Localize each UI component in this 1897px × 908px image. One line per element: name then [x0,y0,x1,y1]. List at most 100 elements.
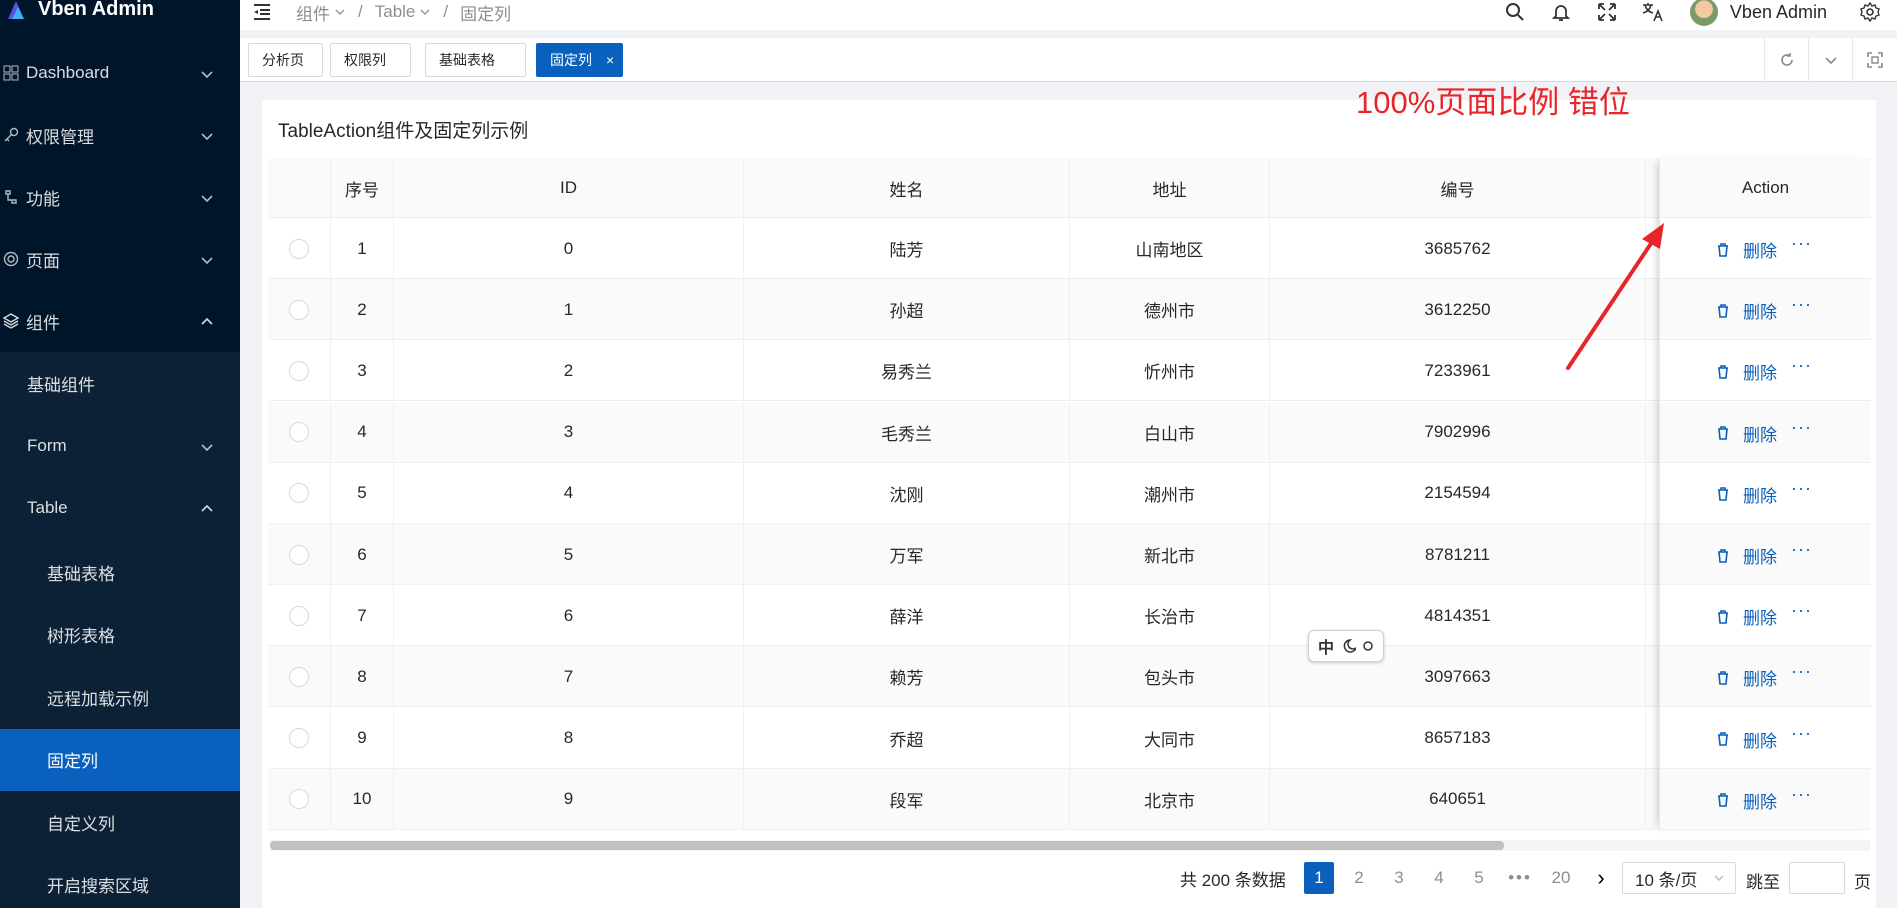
tab-label: 固定列 [550,52,592,68]
more-actions-button[interactable]: ··· [1791,539,1812,560]
ime-toolbar[interactable]: 中 [1308,630,1384,662]
fullscreen-icon[interactable] [1596,1,1618,23]
layers-icon [0,310,22,332]
horizontal-scrollbar[interactable] [270,840,1870,851]
page-button[interactable]: 1 [1304,862,1334,894]
more-actions-button[interactable]: ··· [1791,784,1812,805]
page-size-select[interactable]: 10 条/页 [1622,862,1736,894]
jump-page-input[interactable] [1789,862,1845,894]
page-button[interactable]: 2 [1344,862,1374,894]
sidebar-subitem[interactable]: Table [0,477,240,539]
page-button[interactable]: 20 [1546,862,1576,894]
page-button[interactable]: 3 [1384,862,1414,894]
sidebar-subitem[interactable]: 基础表格 [0,541,240,603]
sidebar-subitem[interactable]: 开启搜索区域 [0,854,240,908]
annotation-text: 100%页面比例 错位 [1356,85,1630,120]
sidebar-subitem[interactable]: 基础组件 [0,352,240,414]
more-actions-button[interactable]: ··· [1791,661,1812,682]
more-actions-button[interactable]: ··· [1791,294,1812,315]
close-icon[interactable]: × [606,52,614,68]
row-radio[interactable] [289,789,309,810]
chevron-up-icon [200,501,214,515]
column-header: 序号 [331,158,394,218]
menu-fold-icon[interactable] [252,2,272,22]
table-row[interactable]: 8 7 赖芳 包头市 3097663 [268,646,1870,708]
breadcrumb-separator: / [443,2,449,21]
delete-button[interactable]: 删除 [1717,482,1777,507]
redo-icon[interactable] [1764,38,1808,82]
next-page-button[interactable]: › [1586,862,1616,894]
tab-basic-table[interactable]: 基础表格 [425,43,526,77]
sidebar-item[interactable]: 功能 [0,166,240,228]
sidebar-item[interactable]: 权限管理 [0,104,240,166]
table-row[interactable]: 4 3 毛秀兰 白山市 7902996 [268,401,1870,463]
breadcrumb-current: 固定列 [460,4,512,24]
more-actions-button[interactable]: ··· [1791,233,1812,254]
scrollbar-thumb[interactable] [270,841,1504,850]
sidebar-subitem[interactable]: 树形表格 [0,604,240,666]
action-cell: 删除 ··· [1660,585,1871,647]
row-radio[interactable] [289,238,309,259]
delete-button[interactable]: 删除 [1717,298,1777,323]
more-actions-button[interactable]: ··· [1791,417,1812,438]
delete-button[interactable]: 删除 [1717,421,1777,446]
bell-icon[interactable] [1550,1,1572,23]
translate-icon[interactable] [1642,1,1664,23]
tab-analysis[interactable]: 分析页 [248,43,323,77]
username[interactable]: Vben Admin [1730,2,1827,23]
more-actions-button[interactable]: ··· [1791,600,1812,621]
more-actions-button[interactable]: ··· [1791,723,1812,744]
row-radio[interactable] [289,299,309,320]
table-cell-id: 8 [394,707,744,769]
search-icon[interactable] [1504,1,1526,23]
delete-button[interactable]: 删除 [1717,359,1777,384]
table-row[interactable]: 7 6 薛洋 长治市 4814351 [268,585,1870,647]
table-row[interactable]: 6 5 万军 新北市 8781211 [268,524,1870,585]
row-radio[interactable] [289,360,309,381]
sidebar-subitem[interactable]: 固定列 [0,728,240,791]
sidebar-subitem[interactable]: 远程加载示例 [0,666,240,728]
expand-icon[interactable] [1852,38,1896,82]
sidebar-item[interactable]: Dashboard [0,42,240,104]
breadcrumb-item[interactable]: 组件 [296,0,330,25]
sidebar-item[interactable]: 页面 [0,228,240,290]
tab-permission[interactable]: 权限列 [330,43,411,77]
delete-button[interactable]: 删除 [1717,604,1777,629]
sidebar-subitem[interactable]: 自定义列 [0,791,240,853]
delete-button[interactable]: 删除 [1717,788,1777,813]
page-ellipsis[interactable]: ••• [1505,862,1535,894]
table-row[interactable]: 10 9 段军 北京市 640651 [268,768,1870,830]
row-radio[interactable] [289,605,309,626]
table-cell-no: 7 [331,585,394,647]
sidebar-subitem[interactable]: Form [0,415,240,477]
avatar[interactable] [1689,0,1718,26]
logo[interactable]: Vben Admin [0,0,240,24]
page-button[interactable]: 5 [1464,862,1494,894]
table-cell-no: 2 [331,279,394,341]
delete-button[interactable]: 删除 [1717,727,1777,752]
delete-button[interactable]: 删除 [1717,665,1777,690]
row-radio[interactable] [289,544,309,565]
row-radio[interactable] [289,728,309,749]
row-radio[interactable] [289,666,309,687]
more-actions-button[interactable]: ··· [1791,478,1812,499]
table-cell-addr: 忻州市 [1070,340,1270,402]
table-row[interactable]: 5 4 沈刚 潮州市 2154594 [268,462,1870,524]
settings-icon[interactable] [1859,1,1881,23]
row-radio[interactable] [289,422,309,443]
chevron-down-icon[interactable] [1808,38,1852,82]
more-actions-button[interactable]: ··· [1791,355,1812,376]
breadcrumb-item[interactable]: Table [375,2,416,22]
page-button[interactable]: 4 [1424,862,1454,894]
row-radio[interactable] [289,483,309,504]
delete-button[interactable]: 删除 [1717,543,1777,568]
trash-icon [1717,487,1736,502]
sidebar-item[interactable]: 组件 [0,290,240,352]
tab-fixed-column[interactable]: 固定列 × [536,43,623,77]
table-cell-code: 8781211 [1270,524,1646,585]
selection-cell [268,401,331,463]
sidebar-item-label: Form [27,436,67,455]
delete-button[interactable]: 删除 [1717,237,1777,262]
chevron-down-icon [420,9,430,16]
table-row[interactable]: 9 8 乔超 大同市 8657183 [268,707,1870,769]
